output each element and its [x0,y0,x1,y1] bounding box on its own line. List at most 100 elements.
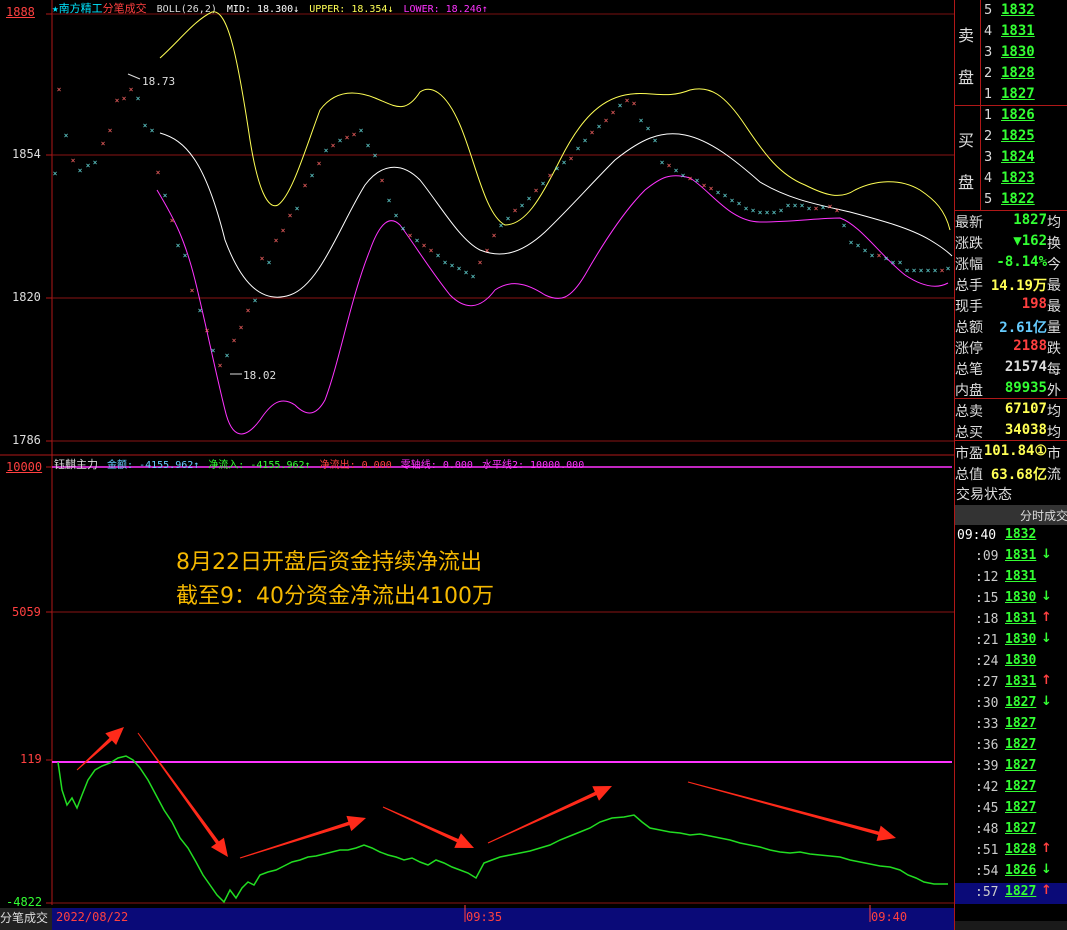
tick-mark: × [471,272,476,281]
buy-row[interactable]: 3 1824 [955,148,1067,169]
tick-row[interactable]: :09 1831 ↓ [955,547,1067,568]
stat-row: 最新 1827 均 [955,211,1067,232]
sell-row[interactable]: 5 1832 [955,1,1067,22]
tick-mark: × [457,264,462,273]
indicator-name[interactable]: 钰麒主力 [54,458,98,471]
tick-mark: × [183,251,188,260]
tick-time: :54 [975,864,999,879]
stat-value: 21574 [1004,359,1047,375]
buy-row[interactable]: 4 1823 [955,169,1067,190]
flow-tick-label: 5059 [12,605,41,619]
tick-mark: × [136,94,141,103]
tick-time: :42 [975,780,999,795]
sell-row[interactable]: 3 1830 [955,43,1067,64]
tick-arrow-icon: ↓ [1041,862,1052,877]
tick-row[interactable]: 09:40 1832 [955,526,1067,547]
stat-label: 最新 [955,215,983,231]
tick-row[interactable]: :15 1830 ↓ [955,589,1067,610]
boll-upper-line [159,11,951,231]
tick-mark: × [303,181,308,190]
indicator-net-in: 净流入: -4155.962↑ [208,460,311,471]
tick-mark: × [688,174,693,183]
buy-row[interactable]: 1 1826 [955,106,1067,127]
tick-mark: × [793,201,798,210]
time-date: 2022/08/22 [56,910,129,924]
tick-arrow-icon: ↑ [1041,883,1052,898]
stat-label-2: 均 [1047,215,1061,231]
tick-mark: × [338,136,343,145]
tick-price: 1827 [1005,779,1037,794]
stat-value: 1827 [1013,212,1047,228]
sell-row[interactable]: 4 1831 [955,22,1067,43]
buy-row[interactable]: 5 1822 [955,190,1067,211]
tick-row[interactable]: :12 1831 [955,568,1067,589]
tick-row[interactable]: :48 1827 [955,820,1067,841]
tick-row[interactable]: :30 1827 ↓ [955,694,1067,715]
tick-mark: × [723,191,728,200]
indicator-header: 钰麒主力 金额: -4155.962↑ 净流入: -4155.962↑ 净流出:… [54,456,584,472]
tick-mark: × [569,154,574,163]
tick-time: :36 [975,738,999,753]
stat-label-2: 换 [1047,236,1061,252]
stat-row: 总卖 67107 均 [955,400,1067,421]
tick-mark: × [758,208,763,217]
overlay-text-1: 8月22日开盘后资金持续净流出 [176,550,482,575]
boll-mid-line [159,132,953,298]
tick-row[interactable]: :18 1831 ↑ [955,610,1067,631]
tick-mark: × [856,241,861,250]
sell-row[interactable]: 2 1828 [955,64,1067,85]
tick-time: :09 [975,549,999,564]
tick-price: 1827 [1005,737,1037,752]
tick-row[interactable]: :57 1827 ↑ [955,883,1067,904]
tick-row[interactable]: :21 1830 ↓ [955,631,1067,652]
tick-mark: × [520,201,525,210]
tick-row[interactable]: :42 1827 [955,778,1067,799]
stat-label: 总买 [955,425,983,441]
corner-tab[interactable]: 分笔成交 [0,908,52,930]
sell-price: 1827 [1001,86,1035,102]
tick-mark: × [653,136,658,145]
stat-value: 34038 [1004,422,1047,438]
ticks-header-label: 分时成交 [1020,509,1067,523]
tick-row[interactable]: :24 1830 [955,652,1067,673]
tick-mark: × [324,146,329,155]
tick-mark: × [681,171,686,180]
stats-divider [955,440,1067,441]
tick-row[interactable]: :54 1826 ↓ [955,862,1067,883]
tick-row[interactable]: :45 1827 [955,799,1067,820]
tick-arrow-icon: ↓ [1041,631,1052,646]
tick-arrow-icon: ↑ [1041,610,1052,625]
tick-row[interactable]: :33 1827 [955,715,1067,736]
stat-label-2: 每 [1047,362,1061,378]
tick-mark: × [674,166,679,175]
tick-mark: × [211,346,216,355]
tick-mark: × [198,306,203,315]
buy-row[interactable]: 2 1825 [955,127,1067,148]
tick-row[interactable]: :27 1831 ↑ [955,673,1067,694]
tick-time: :57 [975,885,999,900]
buy-price: 1822 [1001,191,1035,207]
flow-tick-label: 119 [20,752,42,766]
tick-mark: × [828,202,833,211]
stat-label: 现手 [955,299,983,315]
tick-mark: × [926,266,931,275]
tick-row[interactable]: :36 1827 [955,736,1067,757]
tick-mark: × [239,323,244,332]
tick-mark: × [625,96,630,105]
tick-time: :33 [975,717,999,732]
stat-label: 总卖 [955,404,983,420]
tick-mark: × [170,216,175,225]
tick-mark: × [597,122,602,131]
sell-row[interactable]: 1 1827 [955,85,1067,106]
tick-mark: × [281,226,286,235]
tick-mark: × [387,196,392,205]
tick-row[interactable]: :39 1827 [955,757,1067,778]
stat-label: 总额 [955,320,983,336]
tick-price: 1830 [1005,653,1037,668]
tick-mark: × [555,164,560,173]
tick-row[interactable]: :51 1828 ↑ [955,841,1067,862]
tick-mark: × [317,159,322,168]
tick-price: 1827 [1005,821,1037,836]
tick-mark: × [618,101,623,110]
tick-price: 1831 [1005,548,1037,563]
